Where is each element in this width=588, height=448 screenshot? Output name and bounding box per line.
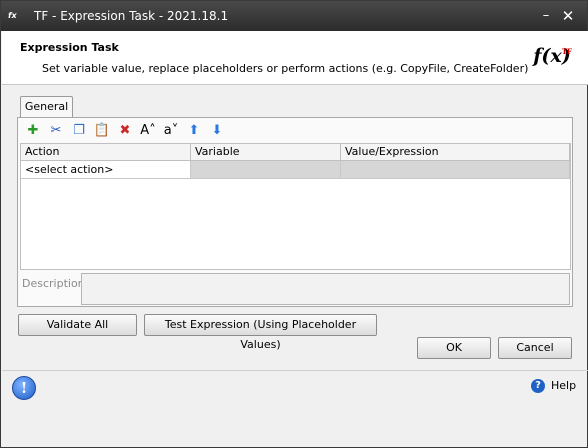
action-cell[interactable]: <select action> — [21, 161, 191, 178]
column-header-value-expression[interactable]: Value/Expression — [341, 144, 570, 160]
description-box — [81, 273, 570, 305]
general-panel: ✚ ✂ ❐ 📋 ✖ A˄ a˅ ⬆ ⬇ Action Variable Value/Expres… — [17, 117, 573, 307]
dialog-header: Expression Task Set variable value, repl… — [2, 31, 588, 85]
column-header-action[interactable]: Action — [21, 144, 191, 160]
header-title: Expression Task — [20, 41, 119, 54]
close-button[interactable]: ✕ — [557, 5, 579, 27]
move-up-icon[interactable]: ⬆ — [184, 120, 204, 140]
cancel-button[interactable]: Cancel — [498, 337, 572, 359]
table-row[interactable]: <select action> — [21, 161, 570, 179]
delete-icon[interactable]: ✖ — [115, 120, 135, 140]
fx-logo-icon: f(x) TF — [533, 45, 572, 67]
app-icon: fx — [8, 11, 17, 20]
tab-general[interactable]: General — [20, 96, 73, 118]
validate-all-button[interactable]: Validate All — [18, 314, 137, 336]
minimize-button[interactable]: – — [535, 5, 557, 27]
copy-icon[interactable]: ❐ — [69, 120, 89, 140]
footer-divider — [2, 370, 588, 371]
ok-button[interactable]: OK — [417, 337, 491, 359]
help-link[interactable]: Help — [551, 379, 576, 392]
font-decrease-icon[interactable]: a˅ — [161, 120, 181, 140]
info-icon: ! — [12, 376, 36, 400]
variable-cell[interactable] — [191, 161, 341, 178]
column-header-variable[interactable]: Variable — [191, 144, 341, 160]
cut-icon[interactable]: ✂ — [46, 120, 66, 140]
move-down-icon[interactable]: ⬇ — [207, 120, 227, 140]
add-icon[interactable]: ✚ — [23, 120, 43, 140]
grid-header: Action Variable Value/Expression — [21, 144, 570, 161]
value-expression-cell[interactable] — [341, 161, 570, 178]
title-bar[interactable]: fx TF - Expression Task - 2021.18.1 – ✕ — [1, 1, 587, 31]
header-description: Set variable value, replace placeholders… — [42, 62, 529, 75]
actions-grid[interactable]: Action Variable Value/Expression <select… — [20, 143, 571, 270]
test-expression-button[interactable]: Test Expression (Using Placeholder Value… — [144, 314, 377, 351]
window-title: TF - Expression Task - 2021.18.1 — [34, 9, 229, 23]
description-label: Description — [22, 277, 85, 290]
expression-task-dialog: fx TF - Expression Task - 2021.18.1 – ✕ … — [0, 0, 588, 448]
toolbar: ✚ ✂ ❐ 📋 ✖ A˄ a˅ ⬆ ⬇ — [19, 119, 571, 141]
paste-icon[interactable]: 📋 — [92, 120, 112, 140]
help-icon[interactable]: ? — [531, 379, 545, 393]
font-increase-icon[interactable]: A˄ — [138, 120, 158, 140]
